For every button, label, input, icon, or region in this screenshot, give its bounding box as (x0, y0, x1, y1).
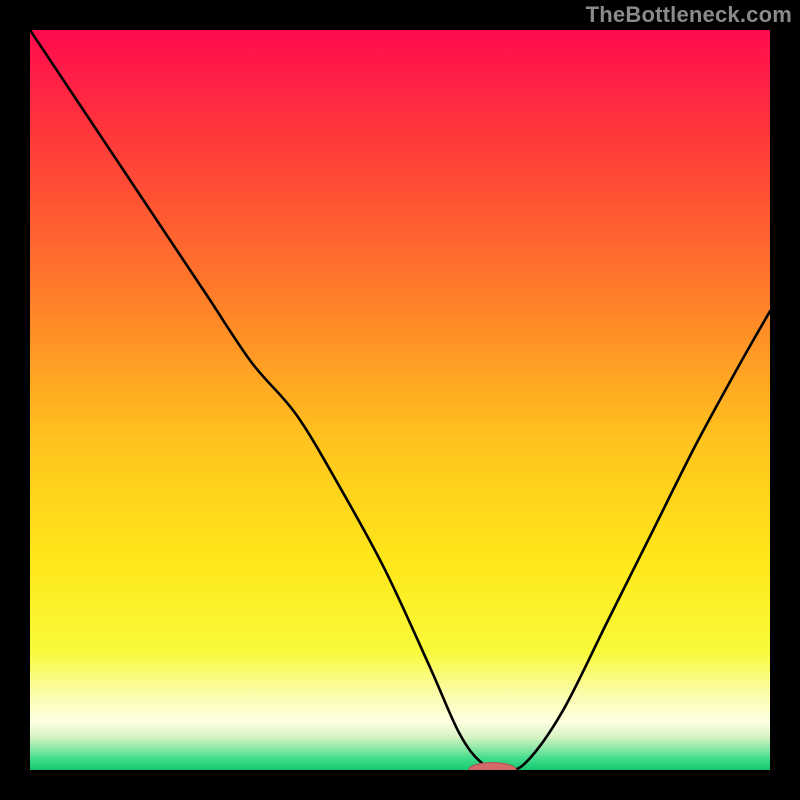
bottleneck-chart (30, 30, 770, 770)
watermark-label: TheBottleneck.com (586, 2, 792, 28)
plot-area (30, 30, 770, 770)
gradient-background (30, 30, 770, 770)
chart-stage: TheBottleneck.com (0, 0, 800, 800)
